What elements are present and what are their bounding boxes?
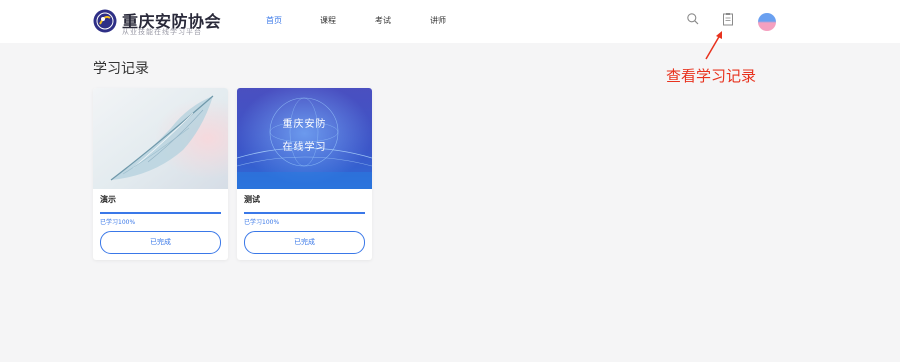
progress-bar	[244, 212, 365, 214]
course-cover[interactable]	[93, 88, 228, 189]
progress-text: 已学习100%	[100, 219, 136, 226]
clipboard-icon[interactable]	[722, 12, 734, 26]
progress-text: 已学习100%	[244, 219, 280, 226]
annotation-arrow-icon	[705, 31, 722, 60]
course-card[interactable]: 演示 已学习100% 已完成	[93, 88, 228, 260]
nav-exams[interactable]: 考试	[375, 15, 391, 26]
completed-button[interactable]: 已完成	[100, 231, 221, 254]
nav-lecturers[interactable]: 讲师	[430, 15, 446, 26]
course-name: 演示	[100, 195, 116, 204]
progress-fill	[244, 212, 365, 214]
feather-image	[93, 88, 228, 189]
page-title: 学习记录	[93, 61, 149, 77]
course-card[interactable]: 重庆安防 在线学习 测试 已学习100% 已完成	[237, 88, 372, 260]
avatar[interactable]	[758, 13, 776, 31]
logo-icon[interactable]	[93, 9, 117, 33]
cover-title-line2: 在线学习	[282, 142, 327, 153]
course-cover[interactable]: 重庆安防 在线学习	[237, 88, 372, 189]
top-header: 重庆安防协会 从业技能在线学习平台 首页 课程 考试 讲师	[0, 0, 900, 43]
progress-fill	[100, 212, 221, 214]
logo-subtitle: 从业技能在线学习平台	[122, 28, 202, 36]
progress-bar	[100, 212, 221, 214]
course-name: 测试	[244, 195, 260, 204]
nav-home[interactable]: 首页	[266, 15, 282, 26]
annotation-label: 查看学习记录	[666, 67, 757, 85]
search-icon[interactable]	[686, 12, 700, 26]
completed-button[interactable]: 已完成	[244, 231, 365, 254]
cover-title-line1: 重庆安防	[282, 119, 327, 130]
nav-courses[interactable]: 课程	[320, 15, 336, 26]
